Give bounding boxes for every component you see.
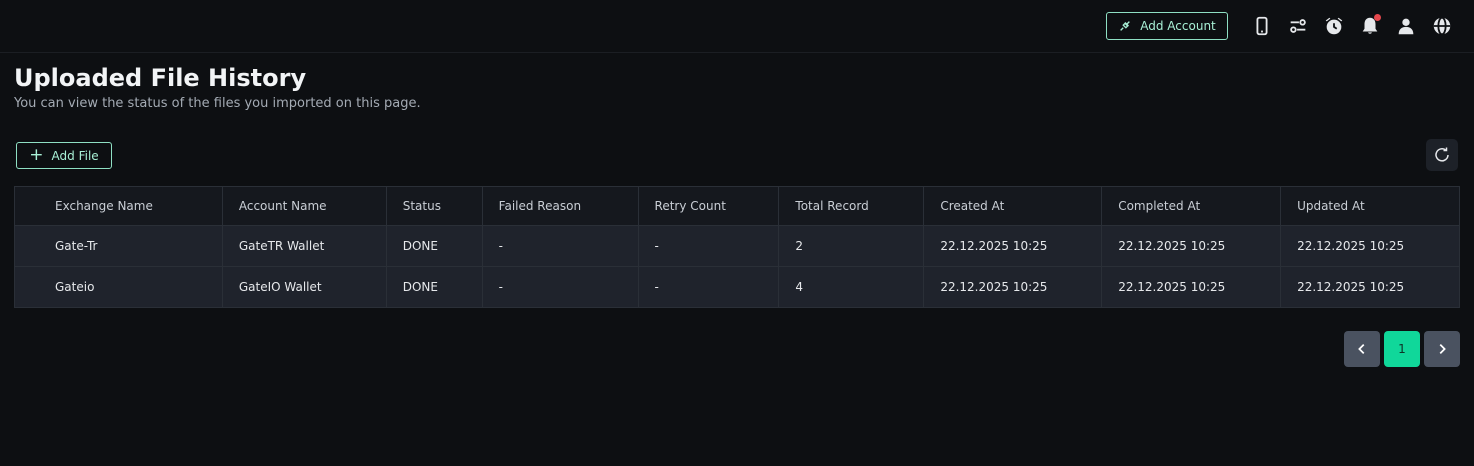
failed-reason-cell: -	[482, 225, 639, 267]
notification-dot	[1374, 14, 1381, 21]
column-header[interactable]: Completed At	[1101, 186, 1282, 226]
next-page-button[interactable]	[1424, 331, 1460, 367]
bell-icon[interactable]	[1358, 14, 1382, 38]
exchange-name-cell: Gate-Tr	[14, 225, 223, 267]
exchange-name-cell: Gateio	[14, 266, 223, 308]
total-record-cell: 2	[778, 225, 925, 267]
column-header[interactable]: Retry Count	[638, 186, 780, 226]
table-row[interactable]: Gateio GateIO Wallet DONE - - 4 22.12.20…	[14, 266, 1460, 308]
globe-icon[interactable]	[1430, 14, 1454, 38]
account-name-cell: GateIO Wallet	[222, 266, 387, 308]
settings-sliders-icon[interactable]	[1286, 14, 1310, 38]
table-row[interactable]: Gate-Tr GateTR Wallet DONE - - 2 22.12.2…	[14, 225, 1460, 267]
created-at-cell: 22.12.2025 10:25	[923, 225, 1103, 267]
account-name-cell: GateTR Wallet	[222, 225, 387, 267]
top-bar: Add Account	[0, 0, 1474, 53]
add-file-button[interactable]: + Add File	[16, 142, 112, 169]
add-account-label: Add Account	[1140, 19, 1216, 33]
completed-at-cell: 22.12.2025 10:25	[1101, 225, 1282, 267]
mobile-icon[interactable]	[1250, 14, 1274, 38]
status-cell: DONE	[386, 266, 483, 308]
completed-at-cell: 22.12.2025 10:25	[1101, 266, 1282, 308]
refresh-icon	[1435, 147, 1449, 162]
plug-icon	[1120, 21, 1131, 31]
file-history-table: Exchange Name Account Name Status Failed…	[14, 186, 1460, 308]
column-header[interactable]: Updated At	[1281, 187, 1460, 226]
user-icon[interactable]	[1394, 14, 1418, 38]
column-header[interactable]: Failed Reason	[482, 186, 639, 226]
plus-icon: +	[29, 145, 44, 165]
add-file-label: Add File	[51, 148, 99, 163]
chevron-left-icon	[1358, 344, 1365, 354]
updated-at-cell: 22.12.2025 10:25	[1297, 239, 1405, 253]
page-number-button[interactable]: 1	[1384, 331, 1420, 367]
page-subtitle: You can view the status of the files you…	[14, 96, 421, 111]
add-account-button[interactable]: Add Account	[1106, 12, 1228, 40]
column-header[interactable]: Created At	[923, 186, 1103, 226]
retry-count-cell: -	[638, 266, 780, 308]
total-record-cell: 4	[778, 266, 925, 308]
page-title: Uploaded File History	[14, 64, 307, 92]
column-header[interactable]: Total Record	[778, 186, 925, 226]
column-header[interactable]: Status	[386, 186, 483, 226]
status-cell: DONE	[386, 225, 483, 267]
updated-at-cell: 22.12.2025 10:25	[1297, 280, 1405, 294]
table-header-row: Exchange Name Account Name Status Failed…	[14, 186, 1460, 226]
column-header[interactable]: Account Name	[222, 186, 387, 226]
refresh-button[interactable]	[1426, 139, 1458, 171]
retry-count-cell: -	[638, 225, 780, 267]
previous-page-button[interactable]	[1344, 331, 1380, 367]
chevron-right-icon	[1439, 344, 1446, 354]
column-header[interactable]: Exchange Name	[14, 186, 223, 226]
alarm-clock-icon[interactable]	[1322, 14, 1346, 38]
created-at-cell: 22.12.2025 10:25	[923, 266, 1103, 308]
failed-reason-cell: -	[482, 266, 639, 308]
